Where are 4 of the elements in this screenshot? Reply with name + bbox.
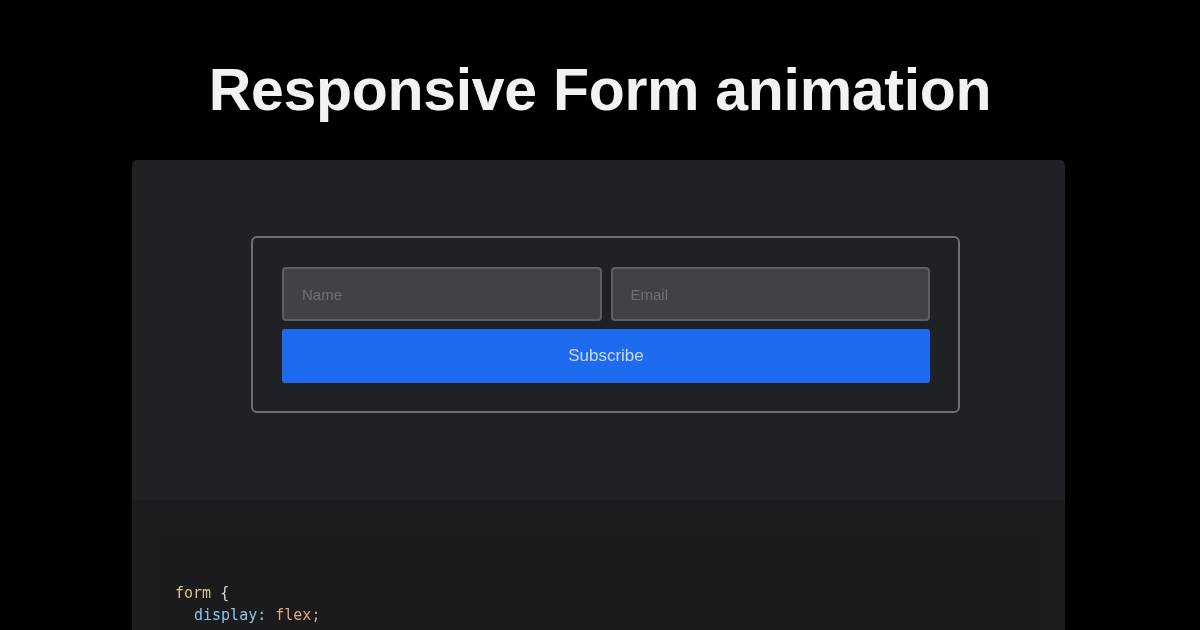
- subscribe-button[interactable]: Subscribe: [282, 329, 930, 383]
- code-line: display: flex;: [193, 605, 322, 626]
- page-title: Responsive Form animation: [207, 56, 993, 125]
- code-line: form {: [175, 583, 231, 604]
